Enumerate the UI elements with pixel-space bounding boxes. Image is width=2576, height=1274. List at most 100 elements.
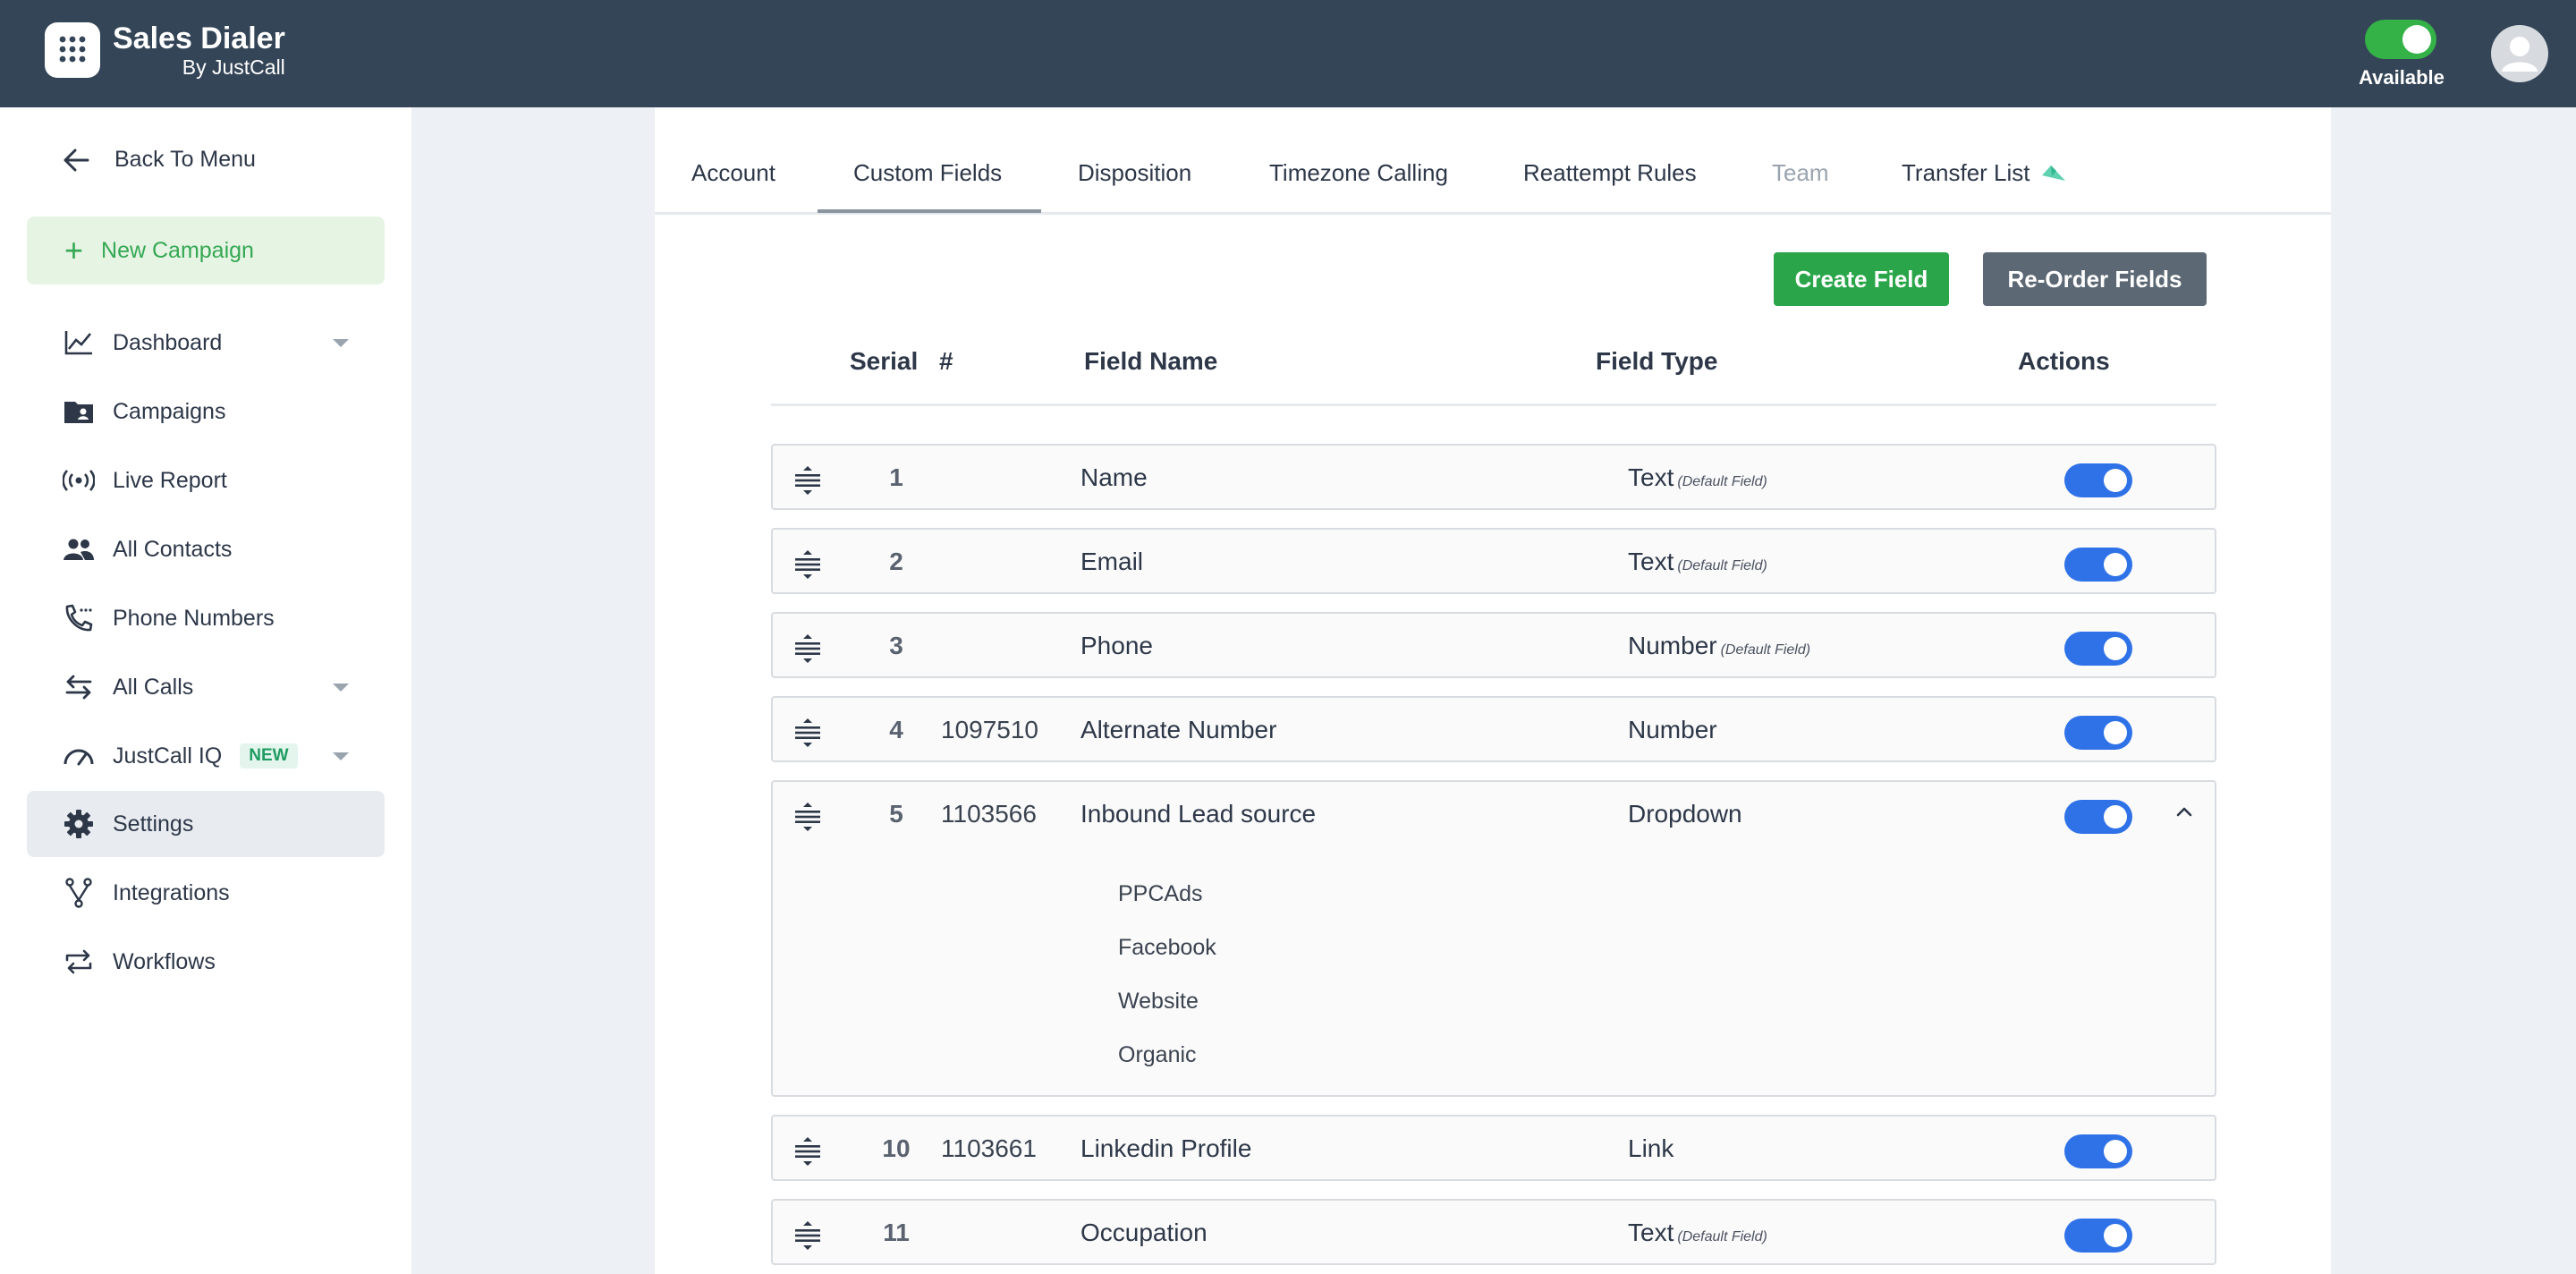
field-enabled-toggle[interactable] [2064,800,2132,834]
sidebar-item-label: Integrations [113,879,230,905]
sidebar-item-justcall-iq[interactable]: JustCall IQ NEW [27,723,385,789]
settings-panel: Account Custom Fields Disposition Timezo… [655,107,2331,1274]
sidebar-item-live-report[interactable]: Live Report [27,447,385,514]
availability-label: Available [2359,66,2445,89]
row-field-type: Number (Default Field) [1628,632,1810,660]
arrow-left-icon [64,149,89,171]
row-field-name: Inbound Lead source [1080,800,1317,828]
sidebar-item-label: Dashboard [113,329,223,355]
header-actions: Actions [2018,347,2110,375]
drag-handle-icon[interactable] [792,465,823,496]
drag-handle-icon[interactable] [792,1136,823,1167]
tab-transfer-list-label: Transfer List [1902,159,2030,186]
field-type-value: Text [1628,463,1674,491]
brand-subtitle: By JustCall [182,55,285,79]
sidebar-item-label: Workflows [113,948,216,974]
brand[interactable]: Sales Dialer By JustCall [45,21,285,79]
field-type-value: Text [1628,548,1674,575]
sidebar-item-settings[interactable]: Settings [27,791,385,857]
row-field-name: Email [1080,548,1144,575]
sidebar-item-all-contacts[interactable]: All Contacts [27,516,385,582]
dropdown-options-list: PPCAds Facebook Website Organic [1118,880,1216,1095]
create-field-button[interactable]: Create Field [1774,252,1949,306]
row-field-type: Link [1628,1134,1674,1162]
dialpad-logo-icon [45,22,100,78]
field-enabled-toggle[interactable] [2064,1219,2132,1253]
sidebar-item-label: JustCall IQ [113,743,223,769]
sidebar-item-integrations[interactable]: Integrations [27,860,385,926]
dropdown-option: Facebook [1118,935,1216,960]
header-id: # [939,347,953,375]
new-campaign-label: New Campaign [101,237,254,263]
chart-line-icon [63,327,95,359]
row-field-name: Phone [1080,632,1153,659]
availability-toggle[interactable] [2365,20,2436,59]
sidebar-item-label: Campaigns [113,398,226,424]
tab-reattempt-rules[interactable]: Reattempt Rules [1523,159,1697,187]
drag-handle-icon[interactable] [792,802,823,832]
header-serial: Serial [850,347,919,375]
field-enabled-toggle[interactable] [2064,1134,2132,1168]
table-row: 1 Name Text (Default Field) [771,444,2216,510]
settings-tabs: Account Custom Fields Disposition Timezo… [655,107,2331,215]
row-id: 1103566 [941,800,1037,828]
row-field-type: Dropdown [1628,800,1742,828]
dropdown-option: Website [1118,989,1199,1014]
table-row: 4 1097510 Alternate Number Number [771,696,2216,762]
tab-timezone-calling[interactable]: Timezone Calling [1269,159,1448,187]
row-id: 1097510 [941,716,1039,743]
gauge-icon [63,740,95,772]
tab-team[interactable]: Team [1772,159,1829,187]
field-enabled-toggle[interactable] [2064,463,2132,497]
drag-handle-icon[interactable] [792,633,823,664]
brand-title: Sales Dialer [113,21,285,55]
sidebar-item-workflows[interactable]: Workflows [27,929,385,995]
field-enabled-toggle[interactable] [2064,548,2132,582]
drag-handle-icon[interactable] [792,1220,823,1251]
drag-handle-icon[interactable] [792,549,823,580]
dropdown-option: Organic [1118,1042,1197,1067]
table-row-expanded: 5 1103566 Inbound Lead source Dropdown P… [771,780,2216,1097]
header-field-name: Field Name [1084,347,1218,375]
tab-disposition[interactable]: Disposition [1078,159,1191,187]
back-to-menu-link[interactable]: Back To Menu [63,147,256,173]
field-type-value: Text [1628,1219,1674,1246]
sidebar-item-phone-numbers[interactable]: Phone Numbers [27,585,385,651]
table-row: 2 Email Text (Default Field) [771,528,2216,594]
row-serial: 3 [889,632,903,659]
table-row: 10 1103661 Linkedin Profile Link [771,1115,2216,1181]
tab-transfer-list[interactable]: Transfer List [1902,159,2067,187]
chevron-up-icon[interactable] [2174,802,2195,823]
sidebar-item-label: All Contacts [113,536,233,562]
user-avatar-icon[interactable] [2491,25,2548,82]
row-field-type: Number [1628,716,1717,743]
caret-down-icon [333,339,349,347]
dropdown-option: PPCAds [1118,881,1203,906]
field-enabled-toggle[interactable] [2064,632,2132,666]
default-field-tag: (Default Field) [1677,1229,1767,1244]
sidebar-item-dashboard[interactable]: Dashboard [27,310,385,376]
table-header: Serial # Field Name Field Type Actions [771,340,2216,406]
new-campaign-button[interactable]: + New Campaign [27,217,385,285]
caret-down-icon [333,684,349,692]
sidebar-item-all-calls[interactable]: All Calls [27,654,385,720]
header-field-type: Field Type [1596,347,1718,375]
fork-icon [63,877,95,909]
drag-handle-icon[interactable] [792,718,823,748]
sidebar-item-label: All Calls [113,674,194,700]
reorder-fields-button[interactable]: Re-Order Fields [1983,252,2207,306]
sidebar-item-label: Settings [113,811,194,837]
tab-custom-fields[interactable]: Custom Fields [853,159,1002,187]
row-field-name: Name [1080,463,1148,491]
folder-user-icon [63,395,95,428]
row-field-name: Alternate Number [1080,716,1277,743]
sidebar-item-label: Live Report [113,467,227,493]
field-enabled-toggle[interactable] [2064,716,2132,750]
phone-icon [63,602,95,634]
plus-icon: + [64,232,84,268]
tab-account[interactable]: Account [691,159,775,187]
sidebar-item-campaigns[interactable]: Campaigns [27,378,385,445]
new-badge: NEW [240,743,298,769]
default-field-tag: (Default Field) [1720,642,1811,658]
table-row: 3 Phone Number (Default Field) [771,612,2216,678]
